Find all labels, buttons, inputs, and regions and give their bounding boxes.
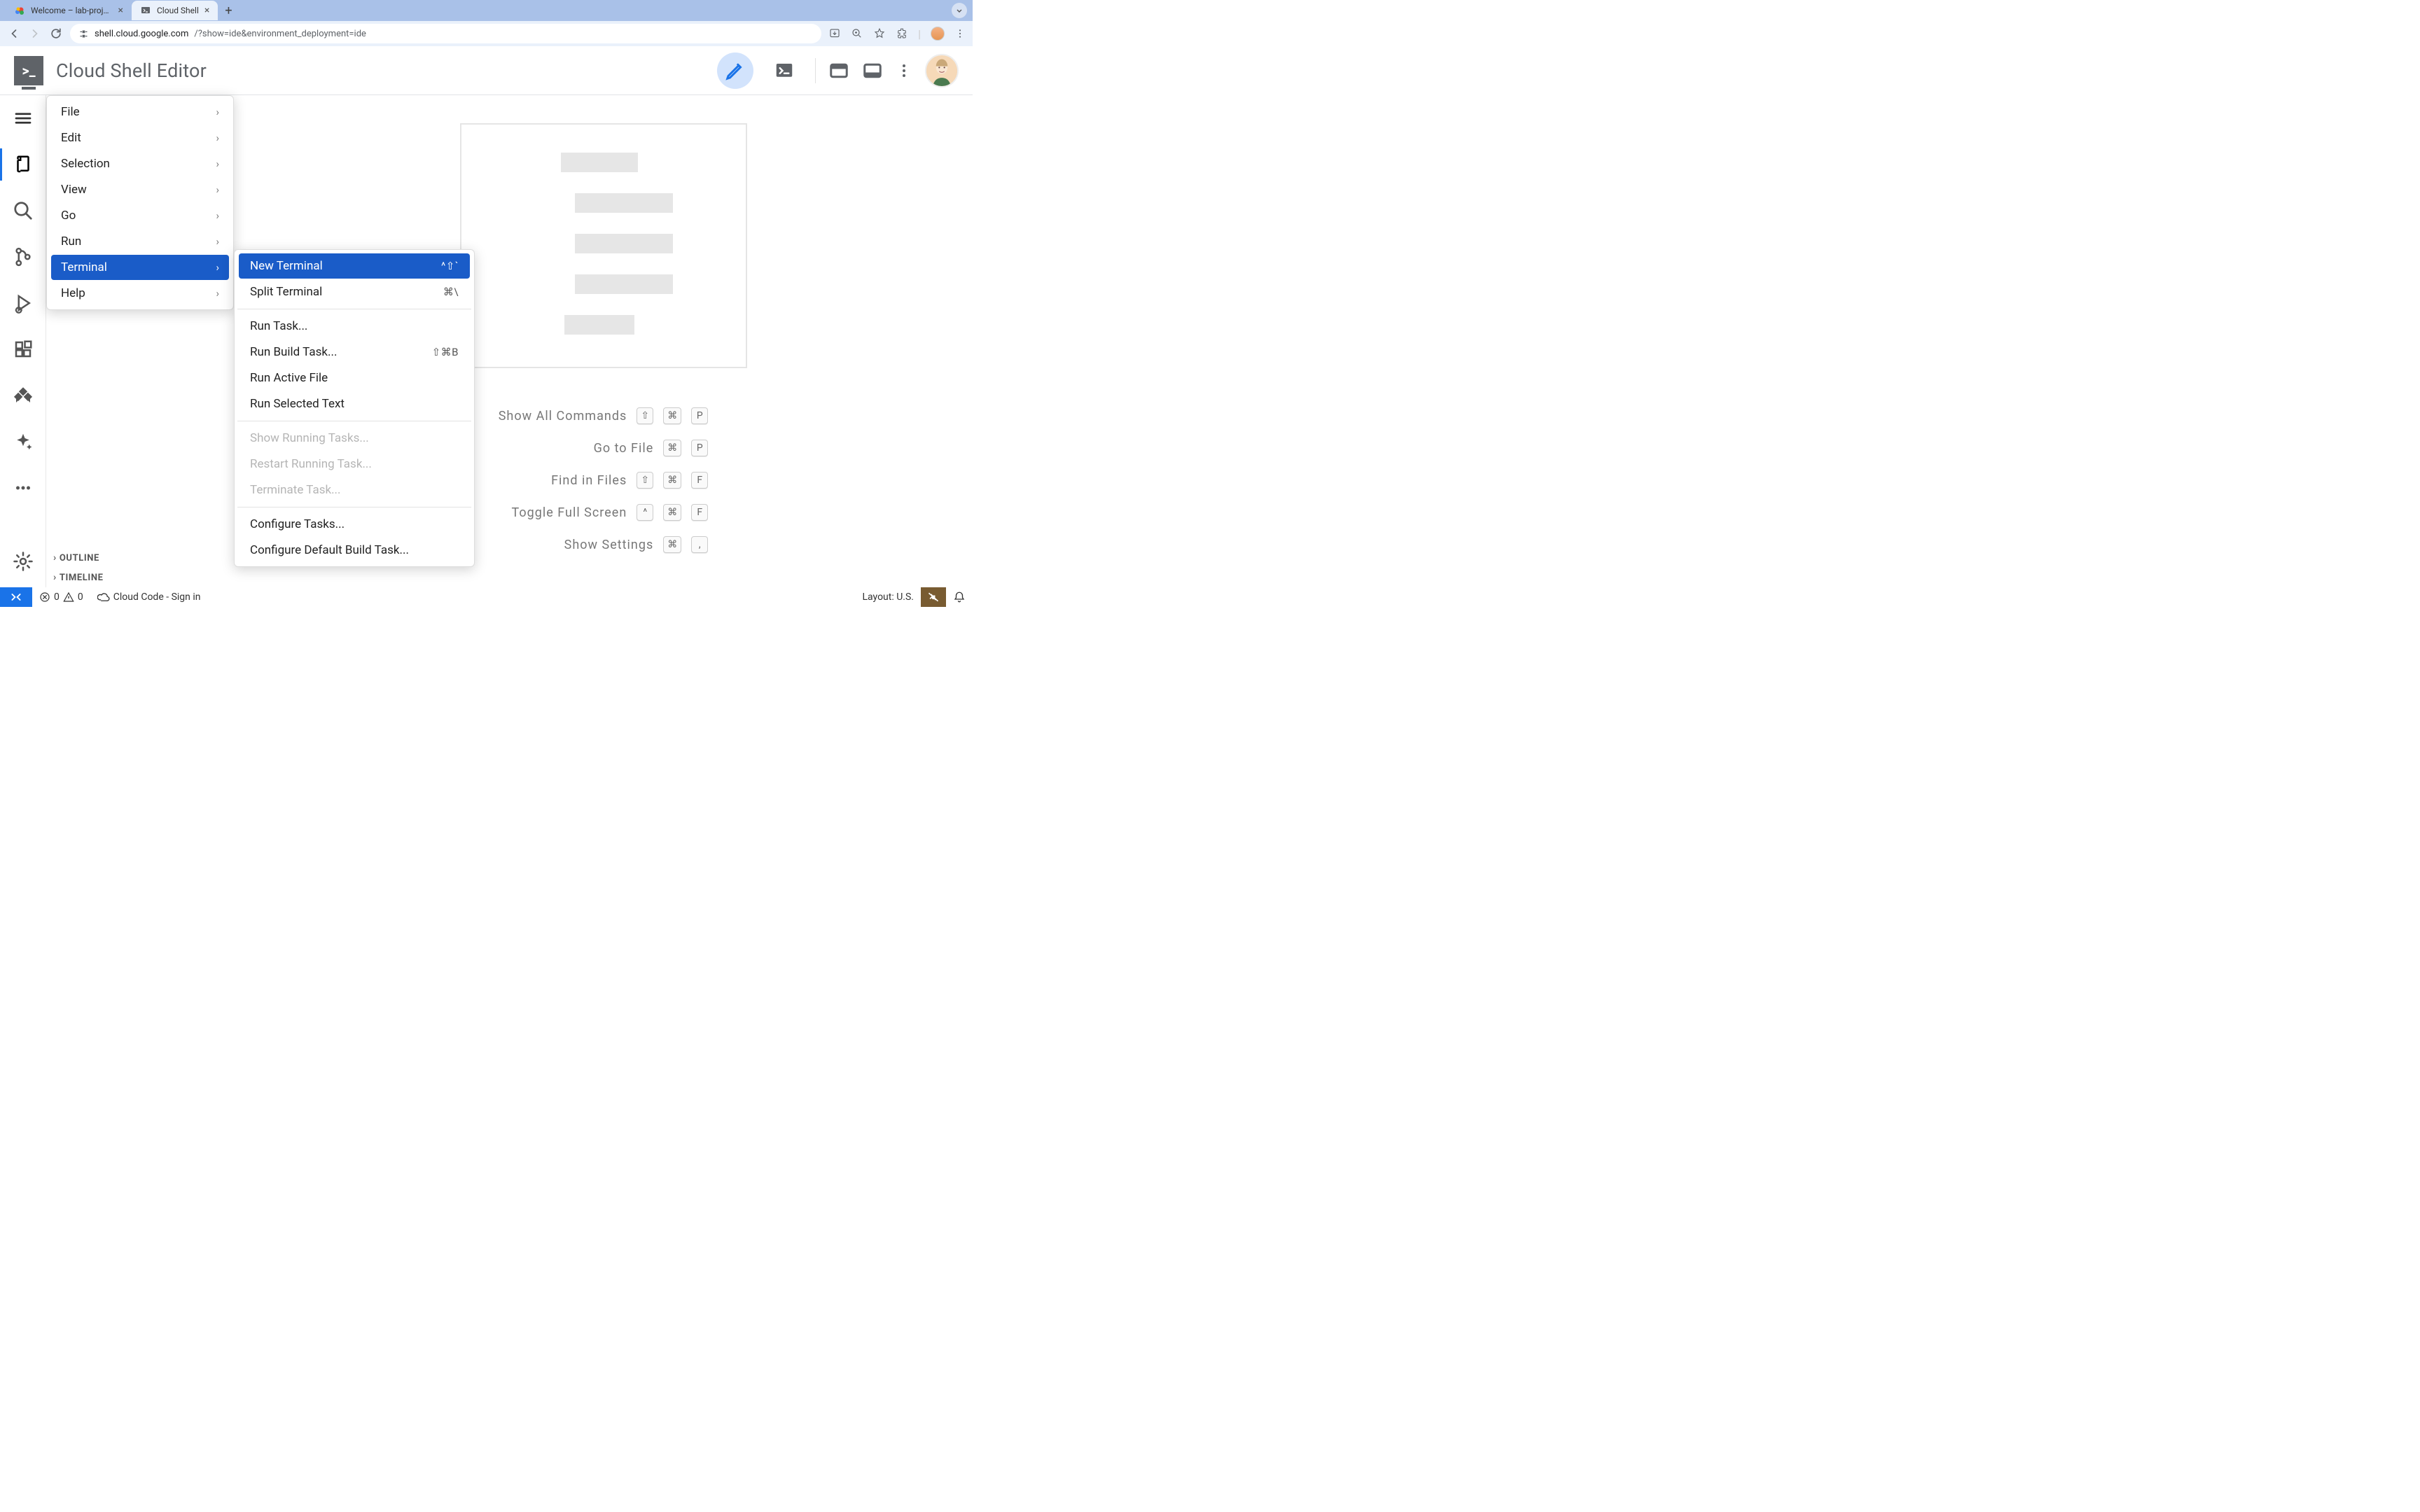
back-button[interactable] [7,27,21,41]
tab-title: Cloud Shell [157,6,199,15]
submenu-run-task[interactable]: Run Task... [239,314,470,339]
gcloud-favicon-icon [14,5,25,16]
more-menu-button[interactable] [896,52,912,89]
app-title: Cloud Shell Editor [56,59,207,82]
submenu-new-terminal[interactable]: New Terminal^⇧` [239,253,470,279]
submenu-run-selected-text[interactable]: Run Selected Text [239,391,470,416]
submenu-restart-running-task: Restart Running Task... [239,451,470,477]
connection-disabled-icon[interactable] [921,587,946,607]
extensions-panel-icon[interactable] [7,333,39,365]
reload-button[interactable] [49,27,63,41]
menu-item-file[interactable]: File› [51,99,229,125]
browser-tab-active[interactable]: Cloud Shell × [132,1,218,20]
main-menu: File› Edit› Selection› View› Go› Run› Te… [46,95,234,310]
problems-status[interactable]: 0 0 [32,592,90,603]
terminal-mode-button[interactable] [766,52,802,89]
submenu-run-build-task[interactable]: Run Build Task...⇧⌘B [239,340,470,365]
outline-section[interactable]: ›OUTLINE [46,548,234,568]
submenu-terminate-task: Terminate Task... [239,477,470,503]
terminal-submenu: New Terminal^⇧` Split Terminal⌘\ Run Tas… [234,249,475,567]
menu-item-selection[interactable]: Selection› [51,151,229,176]
browser-chrome: Welcome – lab-project-id-ex × Cloud Shel… [0,0,973,46]
keyboard-layout-status[interactable]: Layout: U.S. [856,592,922,603]
hint-show-all-commands: Show All Commands ⇧ ⌘ P [499,407,709,424]
timeline-section[interactable]: ›TIMELINE [46,568,234,587]
extensions-icon[interactable] [896,27,908,40]
editor-mode-button[interactable] [717,52,753,89]
user-avatar[interactable] [925,54,959,88]
install-icon[interactable] [828,27,841,40]
app-header: >_ Cloud Shell Editor [0,46,973,95]
close-icon[interactable]: × [118,5,123,16]
cloudshell-favicon-icon [140,5,151,16]
status-bar: 0 0 Cloud Code - Sign in Layout: U.S. [0,587,973,607]
menu-item-help[interactable]: Help› [51,281,229,306]
site-settings-icon [78,29,89,39]
error-count: 0 [54,592,60,603]
hint-go-to-file: Go to File ⌘ P [499,440,709,456]
profile-avatar-icon[interactable] [931,27,945,41]
welcome-illustration-icon [460,123,747,368]
url-path: /?show=ide&environment_deployment=ide [194,29,366,39]
bookmark-star-icon[interactable] [873,27,886,40]
hint-toggle-fullscreen: Toggle Full Screen ^ ⌘ F [499,504,709,521]
browser-tab[interactable]: Welcome – lab-project-id-ex × [6,1,132,20]
hint-find-in-files: Find in Files ⇧ ⌘ F [499,472,709,489]
submenu-run-active-file[interactable]: Run Active File [239,365,470,391]
tab-title: Welcome – lab-project-id-ex [31,6,113,15]
settings-gear-icon[interactable] [7,545,39,578]
notifications-bell-icon[interactable] [946,591,973,603]
tabs-dropdown-icon[interactable] [952,3,967,18]
address-bar-row: shell.cloud.google.com /?show=ide&environ… [0,21,973,46]
new-tab-button[interactable]: + [218,4,239,18]
submenu-show-running-tasks: Show Running Tasks... [239,426,470,451]
menu-toggle-icon[interactable] [7,102,39,134]
api-icon[interactable] [7,379,39,412]
warning-count: 0 [78,592,83,603]
remote-indicator[interactable] [0,587,32,607]
cloud-code-label: Cloud Code - Sign in [113,592,201,603]
menu-item-view[interactable]: View› [51,177,229,202]
cloud-shell-logo-icon: >_ [14,56,43,85]
address-bar[interactable]: shell.cloud.google.com /?show=ide&environ… [70,24,821,43]
activity-bar [0,95,46,587]
zoom-icon[interactable] [851,27,863,40]
cloud-code-status[interactable]: Cloud Code - Sign in [90,592,208,603]
submenu-configure-default-build-task[interactable]: Configure Default Build Task... [239,538,470,563]
hint-show-settings: Show Settings ⌘ , [499,536,709,553]
sidebar: File› Edit› Selection› View› Go› Run› Te… [46,95,234,587]
source-control-icon[interactable] [7,241,39,273]
more-activity-icon[interactable] [7,472,39,504]
menu-item-run[interactable]: Run› [51,229,229,254]
run-debug-icon[interactable] [7,287,39,319]
kebab-menu-icon[interactable] [954,28,966,39]
ai-assist-icon[interactable] [7,426,39,458]
url-host: shell.cloud.google.com [95,29,188,39]
submenu-split-terminal[interactable]: Split Terminal⌘\ [239,279,470,304]
command-hints: Show All Commands ⇧ ⌘ P Go to File ⌘ P F… [499,407,709,553]
explorer-icon[interactable] [7,148,39,181]
new-window-button[interactable] [828,52,849,89]
menu-item-edit[interactable]: Edit› [51,125,229,150]
menu-item-terminal[interactable]: Terminal› [51,255,229,280]
close-icon[interactable]: × [204,5,209,16]
forward-button[interactable] [28,27,42,41]
menu-item-go[interactable]: Go› [51,203,229,228]
search-icon[interactable] [7,195,39,227]
submenu-configure-tasks[interactable]: Configure Tasks... [239,512,470,537]
layout-button[interactable] [862,52,883,89]
